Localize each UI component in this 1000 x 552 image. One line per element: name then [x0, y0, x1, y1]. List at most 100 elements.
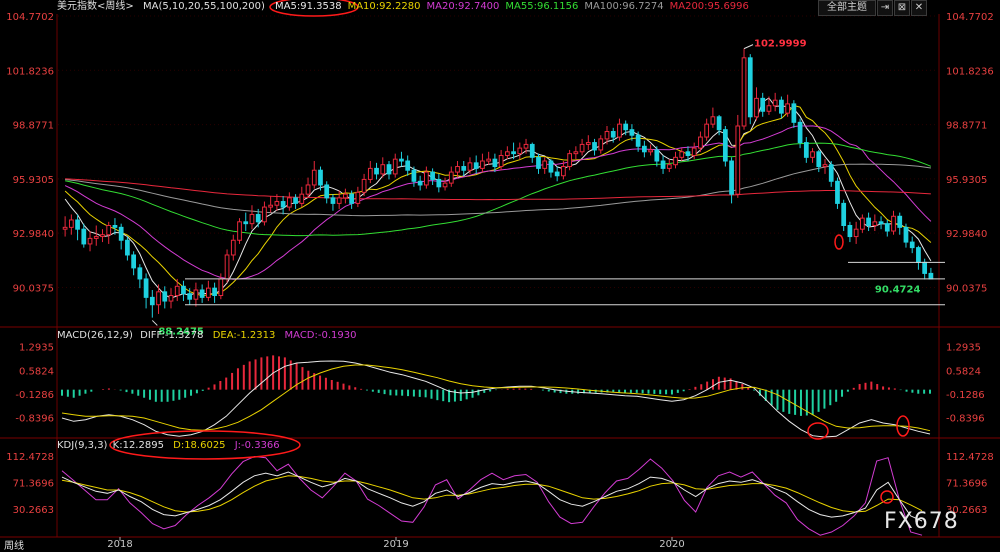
candle-body	[68, 219, 74, 228]
candle-body	[143, 278, 149, 298]
candle-body	[187, 293, 193, 300]
candle-body	[237, 221, 242, 241]
candle-body	[704, 123, 710, 138]
candle-body	[455, 166, 460, 173]
candle-body	[411, 169, 417, 182]
period-tab[interactable]: 周线	[4, 537, 24, 552]
candle-body	[268, 204, 274, 208]
candle-body	[785, 103, 790, 114]
candle-body	[100, 234, 105, 238]
candle-body	[318, 169, 323, 186]
candle-body	[884, 223, 890, 232]
candle-body	[853, 228, 859, 238]
theme-button[interactable]: 全部主题	[818, 0, 876, 16]
candle-body	[511, 151, 516, 155]
candle-body	[374, 167, 379, 175]
candle-body	[766, 105, 772, 112]
candle-body	[548, 160, 554, 173]
icon-button-1[interactable]: ⇥	[877, 0, 893, 16]
x-tick-label: 2018	[107, 539, 132, 550]
candle-body	[131, 254, 136, 269]
candle-body	[168, 295, 174, 302]
candle-body	[380, 164, 386, 175]
candle-body	[685, 151, 691, 156]
macd-diff: DIFF:-1.3278	[140, 330, 204, 341]
macd-dea: DEA:-1.2313	[212, 330, 276, 341]
candle-body	[542, 160, 548, 169]
icon-button-2[interactable]: ⊠	[894, 0, 910, 16]
candle-body	[623, 123, 629, 131]
candle-body	[367, 167, 373, 180]
candle-body	[343, 193, 348, 199]
candle-body	[909, 241, 915, 249]
candle-body	[716, 116, 722, 131]
ma-value-5: MA200:95.6996	[669, 1, 749, 12]
x-tick-label: 2020	[659, 539, 684, 550]
candle-body	[106, 225, 112, 236]
ma-value-2: MA20:92.7400	[426, 1, 500, 12]
x-tick-label: 2019	[383, 539, 408, 550]
candle-body	[361, 178, 367, 193]
candle-body	[480, 160, 485, 169]
candle-body	[660, 160, 666, 169]
candle-body	[93, 236, 99, 239]
price-tick-left: 90.0375	[13, 283, 54, 294]
price-tick-left: 95.9305	[13, 175, 54, 186]
candle-body	[598, 138, 604, 151]
macd-tick-left: 0.5824	[19, 366, 54, 377]
ma-values: MA5:91.3538 MA10:92.2280 MA20:92.7400 MA55:…	[275, 0, 755, 14]
price-tick-left: 98.8771	[13, 121, 54, 132]
candle-body	[293, 197, 298, 204]
candle-body	[199, 289, 205, 298]
close-icon[interactable]: ✕	[911, 0, 927, 16]
candle-body	[492, 158, 498, 168]
candle-body	[847, 225, 853, 238]
candle-body	[897, 215, 903, 228]
macd-tick-left: 1.2935	[19, 343, 54, 354]
candle-body	[230, 239, 236, 256]
candle-body	[585, 142, 591, 145]
candle-body	[828, 164, 834, 182]
candle-body	[822, 164, 828, 168]
kdj-label: KDJ(9,3,3)	[57, 440, 108, 451]
candle-body	[125, 239, 130, 256]
candle-body	[299, 193, 305, 204]
candle-body	[916, 247, 921, 263]
ma-value-4: MA100:96.7274	[584, 1, 664, 12]
candle-body	[573, 151, 579, 155]
candle-body	[442, 182, 448, 188]
candle-body	[149, 296, 155, 306]
price-tick-right: 90.0375	[946, 283, 987, 294]
macd-tick-right: 0.5824	[946, 366, 981, 377]
candle-body	[536, 156, 541, 169]
candle-body	[523, 143, 529, 149]
ma-params-label: MA(5,10,20,55,100,200)	[143, 1, 265, 12]
candle-body	[405, 160, 411, 171]
candle-body	[461, 166, 467, 171]
candle-body	[872, 221, 878, 227]
candle-body	[193, 289, 199, 300]
candle-body	[206, 287, 211, 298]
candle-body	[181, 285, 186, 295]
candle-body	[666, 164, 672, 169]
candle-body	[504, 151, 510, 156]
annotation-last-low: 90.4724	[875, 284, 921, 295]
candle-body	[529, 143, 535, 158]
macd-tick-left: -0.8396	[15, 414, 54, 425]
candle-body	[629, 129, 635, 136]
candle-body	[224, 254, 230, 280]
candle-body	[835, 180, 840, 204]
candle-body	[741, 57, 747, 127]
ma-value-1: MA10:92.2280	[347, 1, 421, 12]
candle-body	[698, 136, 703, 149]
candle-body	[903, 226, 909, 243]
kdj-tick-left: 112.4728	[6, 452, 54, 463]
price-tick-right: 92.9840	[946, 229, 987, 240]
candle-body	[417, 180, 423, 186]
ma-value-3: MA55:96.1156	[505, 1, 579, 12]
candle-body	[262, 206, 267, 223]
candle-body	[729, 160, 734, 195]
candle-body	[772, 99, 778, 107]
candle-body	[617, 123, 622, 138]
annotation-high: 102.9999	[754, 39, 807, 50]
